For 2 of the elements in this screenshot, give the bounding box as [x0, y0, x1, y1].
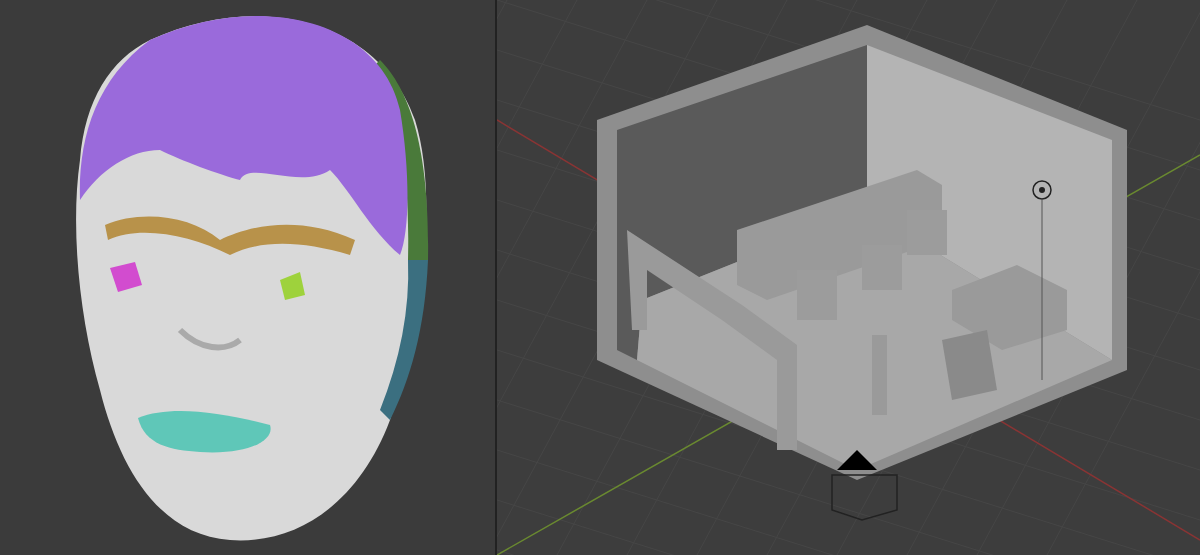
light-icon [1032, 180, 1052, 381]
camera-icon [831, 450, 898, 521]
